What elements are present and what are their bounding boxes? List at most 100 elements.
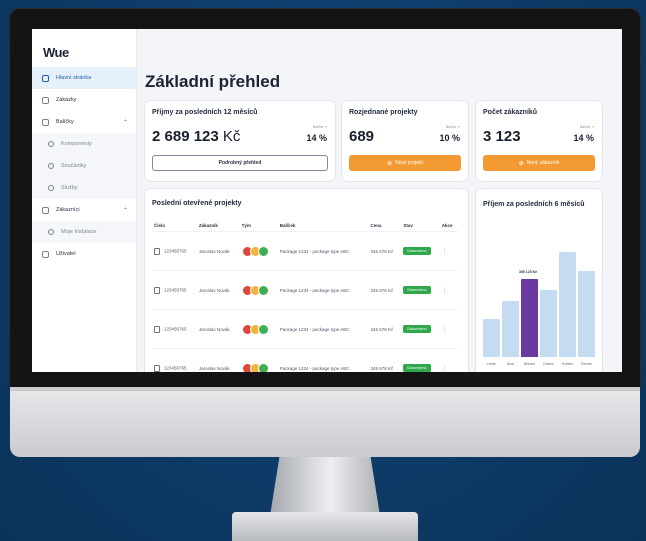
revenue-amount: 2 689 123	[152, 128, 219, 145]
sidebar-item-packages[interactable]: Balíčky ⌃	[32, 111, 136, 133]
actions-cell: ⋮	[439, 348, 458, 372]
new-customer-button[interactable]: ⊕ Nový zákazník	[483, 155, 595, 171]
avatar	[257, 284, 269, 296]
sidebar-item-label: Součástky	[61, 163, 87, 169]
table-row[interactable]: 123456765 Jaroslav Novák Package 1234 - …	[152, 231, 458, 271]
project-number-cell: 123456765	[152, 231, 197, 271]
actions-cell: ⋮	[439, 270, 458, 310]
sidebar-item-label: Zakázky	[56, 97, 77, 103]
package-icon	[42, 118, 49, 126]
sidebar-item-home[interactable]: Hlavní stránka	[32, 67, 136, 89]
column-header-team[interactable]: Tým	[240, 219, 278, 232]
app-logo[interactable]: Wue	[43, 45, 69, 60]
currency-unit: Kč	[222, 128, 241, 145]
card-title: Počet zákazníků	[483, 109, 538, 116]
chart-bar-leden[interactable]	[483, 319, 500, 357]
project-number-cell: 123456765	[152, 309, 197, 349]
status-cell: Dokončeno	[401, 231, 440, 271]
chevron-up-icon[interactable]: ⌃	[123, 207, 128, 214]
chart-bar-duben[interactable]	[540, 290, 557, 357]
sidebar-item-label: Uživatel	[56, 251, 76, 257]
table-row[interactable]: 123456765 Jaroslav Novák Package 1234 - …	[152, 309, 458, 349]
status-badge: Dokončeno	[403, 286, 431, 294]
column-header-actions: Akce	[441, 222, 453, 228]
monitor-stand-neck	[269, 457, 381, 517]
customers-value: 3 123	[483, 128, 521, 145]
table-row[interactable]: 123456765 Jaroslav Novák Package 1234 - …	[152, 270, 458, 310]
status-badge: Dokončeno	[403, 325, 431, 333]
column-header-price[interactable]: Cena	[368, 219, 401, 232]
chart-bar-květen[interactable]	[559, 252, 576, 357]
document-icon	[154, 286, 160, 294]
trend-percent: 10 %	[439, 133, 460, 143]
trend-up-icon: ↗	[324, 125, 327, 129]
revenue-value: 2 689 123 Kč	[152, 128, 240, 145]
projects-card: Rozjednané projekty 689 Nárůst ↗ 10 % ⊕ N…	[342, 101, 468, 181]
project-number: 123456765	[164, 326, 187, 332]
status-badge: Dokončeno	[403, 247, 431, 255]
orders-icon	[42, 96, 49, 104]
revenue-chart-card: Příjem za posledních 6 měsíců Leden Únor B…	[476, 189, 602, 372]
team-avatars	[241, 362, 269, 372]
sidebar-nav: Hlavní stránka Zakázky Balíčky ⌃ Komponen…	[32, 67, 136, 265]
sidebar-item-customers[interactable]: Zákazníci ⌃	[32, 199, 136, 221]
chin-shadow	[10, 387, 640, 391]
new-project-button[interactable]: ⊕ Nový projekt	[349, 155, 461, 171]
plus-circle-icon: ⊕	[387, 160, 393, 167]
column-header-status[interactable]: Stav	[401, 219, 439, 232]
more-actions-icon[interactable]: ⋮	[442, 366, 448, 372]
avatar	[257, 362, 269, 372]
chart-bar-únor[interactable]	[502, 301, 519, 357]
status-cell: Dokončeno	[401, 348, 440, 372]
table-header-row: Číslo Zákazník Tým Balíček Cena Stav Akc…	[152, 219, 458, 232]
card-title: Rozjednané projekty	[349, 109, 418, 116]
more-actions-icon[interactable]: ⋮	[442, 327, 448, 333]
team-cell	[239, 270, 278, 310]
column-header-number[interactable]: Číslo	[152, 219, 197, 232]
sidebar-item-label: Balíčky	[56, 119, 74, 125]
column-header-customer[interactable]: Zákazník	[197, 219, 240, 232]
sidebar-item-label: Komponenty	[61, 141, 92, 147]
chevron-up-icon[interactable]: ⌃	[123, 119, 128, 126]
price-cell: 345 678 Kč	[368, 309, 402, 349]
more-actions-icon[interactable]: ⋮	[442, 249, 448, 255]
chart-bar-červen[interactable]	[578, 271, 595, 357]
projects-value: 689	[349, 128, 375, 145]
actions-cell: ⋮	[439, 309, 458, 349]
team-cell	[239, 348, 278, 372]
customer-cell: Jaroslav Novák	[196, 348, 240, 372]
actions-cell: ⋮	[439, 231, 458, 271]
price-cell: 345 678 Kč	[368, 348, 402, 372]
service-icon	[48, 185, 54, 191]
table-row[interactable]: 123456765 Jaroslav Novák Package 1234 - …	[152, 348, 458, 372]
sidebar-item-user[interactable]: Uživatel	[32, 243, 136, 265]
trend-up-icon: ↗	[591, 125, 594, 129]
trend-up-icon: ↗	[457, 125, 460, 129]
project-number: 123456765	[164, 248, 187, 254]
detail-overview-button[interactable]: Podrobný přehled	[152, 155, 328, 171]
packages-submenu: Komponenty Součástky Služby	[32, 133, 136, 199]
column-header-package[interactable]: Balíček	[278, 219, 369, 232]
sidebar-item-components[interactable]: Komponenty	[32, 133, 136, 155]
project-number: 123456765	[164, 365, 187, 371]
status-badge: Dokončeno	[403, 364, 431, 372]
trend-indicator: Nárůst ↗	[313, 125, 327, 129]
sidebar-item-services[interactable]: Služby	[32, 177, 136, 199]
customers-card: Počet zákazníků 3 123 Nárůst ↗ 14 % ⊕ Nov…	[476, 101, 602, 181]
sidebar-item-installations[interactable]: Moje Instalace	[32, 221, 136, 243]
price-cell: 345 678 Kč	[368, 270, 402, 310]
status-cell: Dokončeno	[401, 270, 440, 310]
trend-indicator: Nárůst ↗	[446, 125, 460, 129]
team-avatars	[241, 323, 269, 335]
chart-bar-březen[interactable]	[521, 279, 538, 357]
sidebar-item-parts[interactable]: Součástky	[32, 155, 136, 177]
more-actions-icon[interactable]: ⋮	[442, 288, 448, 294]
project-number: 123456765	[164, 287, 187, 293]
revenue-bar-chart: Leden Únor Březen 350 123 Kč Duben Květen Červ…	[476, 189, 602, 371]
revenue-card: Příjmy za posledních 12 měsíců 2 689 123…	[145, 101, 335, 181]
recent-projects-card: Poslední otevřené projekty Číslo Zákazní…	[145, 189, 468, 372]
sidebar-item-orders[interactable]: Zakázky	[32, 89, 136, 111]
customers-submenu: Moje Instalace	[32, 221, 136, 243]
customer-cell: Jaroslav Novák	[196, 231, 240, 271]
part-icon	[48, 163, 54, 169]
